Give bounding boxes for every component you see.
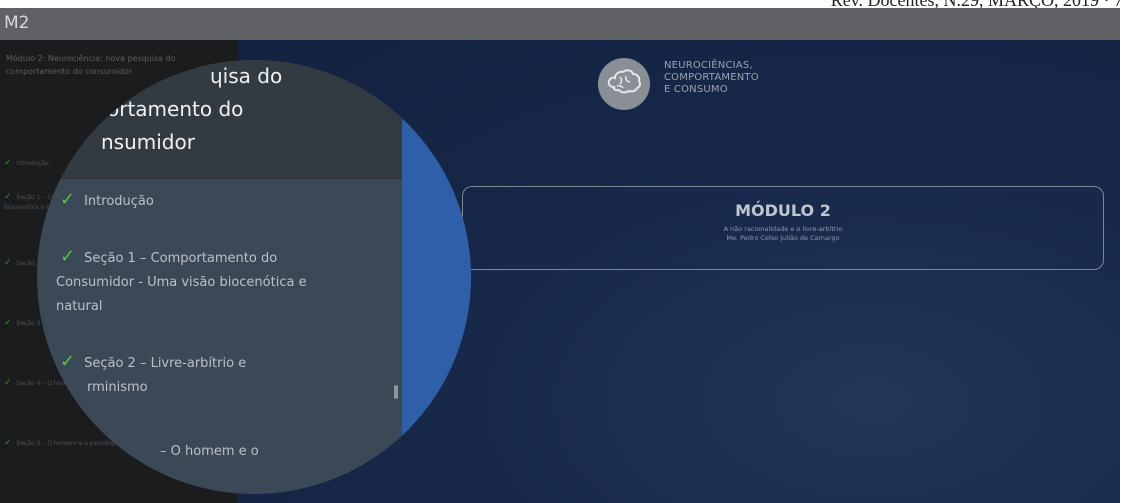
module-card[interactable]: MÓDULO 2 A não racionalidade e o livre-a… bbox=[462, 186, 1104, 270]
module-title: MÓDULO 2 bbox=[735, 201, 831, 220]
brain-icon bbox=[598, 58, 650, 110]
magnified-module-title: ɥisa do ɔortamento do nsumidor bbox=[43, 60, 383, 159]
module-subtitle: A não racionalidade e o livre-arbítrio M… bbox=[463, 225, 1103, 243]
check-icon: ✓ bbox=[4, 438, 12, 448]
item-label: Consumidor - Uma visão biocenótica e bbox=[56, 275, 307, 290]
title-line: ɔortamento do bbox=[96, 97, 244, 121]
scrollbar-thumb[interactable] bbox=[394, 385, 398, 399]
item-label: Introdução bbox=[84, 194, 154, 209]
app-window: M2 Módulo 2: Neurociência: nova pesquisa… bbox=[0, 8, 1120, 503]
logo-line: NEUROCIÊNCIAS, bbox=[664, 60, 753, 71]
check-icon: ✓ bbox=[60, 189, 76, 210]
window-title: M2 bbox=[0, 8, 1120, 40]
check-icon: ✓ bbox=[4, 158, 12, 168]
magnified-item-secao-3[interactable]: – O homem e o bbox=[160, 440, 259, 464]
check-icon: ✓ bbox=[4, 192, 12, 202]
magnifier-overlay: ɥisa do ɔortamento do nsumidor ✓ Introduç… bbox=[37, 60, 471, 494]
magnified-item-intro[interactable]: ✓ Introdução bbox=[60, 188, 154, 214]
check-icon: ✓ bbox=[60, 246, 76, 267]
module-subtitle-text: A não racionalidade e o livre-arbítrio bbox=[723, 225, 843, 233]
logo-line: COMPORTAMENTO bbox=[664, 72, 759, 83]
magnified-item-secao-2[interactable]: ✓ Seção 2 – Livre-arbítrio e rminismo bbox=[60, 350, 400, 400]
magnified-item-secao-1[interactable]: ✓ Seção 1 – Comportamento do Consumidor -… bbox=[56, 245, 400, 319]
magnifier-stage-edge bbox=[402, 60, 471, 494]
item-label: – O homem e o bbox=[160, 444, 259, 459]
magnifier-header: ɥisa do ɔortamento do nsumidor bbox=[37, 60, 402, 179]
module-author: Me. Pedro Celso Julião de Camargo bbox=[726, 234, 840, 242]
check-icon: ✓ bbox=[4, 378, 12, 388]
check-icon: ✓ bbox=[4, 258, 12, 268]
course-logo-text: NEUROCIÊNCIAS, COMPORTAMENTO E CONSUMO bbox=[664, 60, 759, 96]
item-label: Seção 1 – Comportamento do bbox=[84, 251, 278, 266]
check-icon: ✓ bbox=[60, 351, 76, 372]
item-label: rminismo bbox=[87, 380, 148, 395]
item-label: natural bbox=[56, 299, 103, 314]
logo-line: E CONSUMO bbox=[664, 84, 728, 95]
title-line: nsumidor bbox=[101, 130, 195, 154]
title-line: ɥisa do bbox=[210, 64, 283, 88]
item-label: Seção 2 – Livre-arbítrio e bbox=[84, 356, 247, 371]
check-icon: ✓ bbox=[4, 318, 12, 328]
